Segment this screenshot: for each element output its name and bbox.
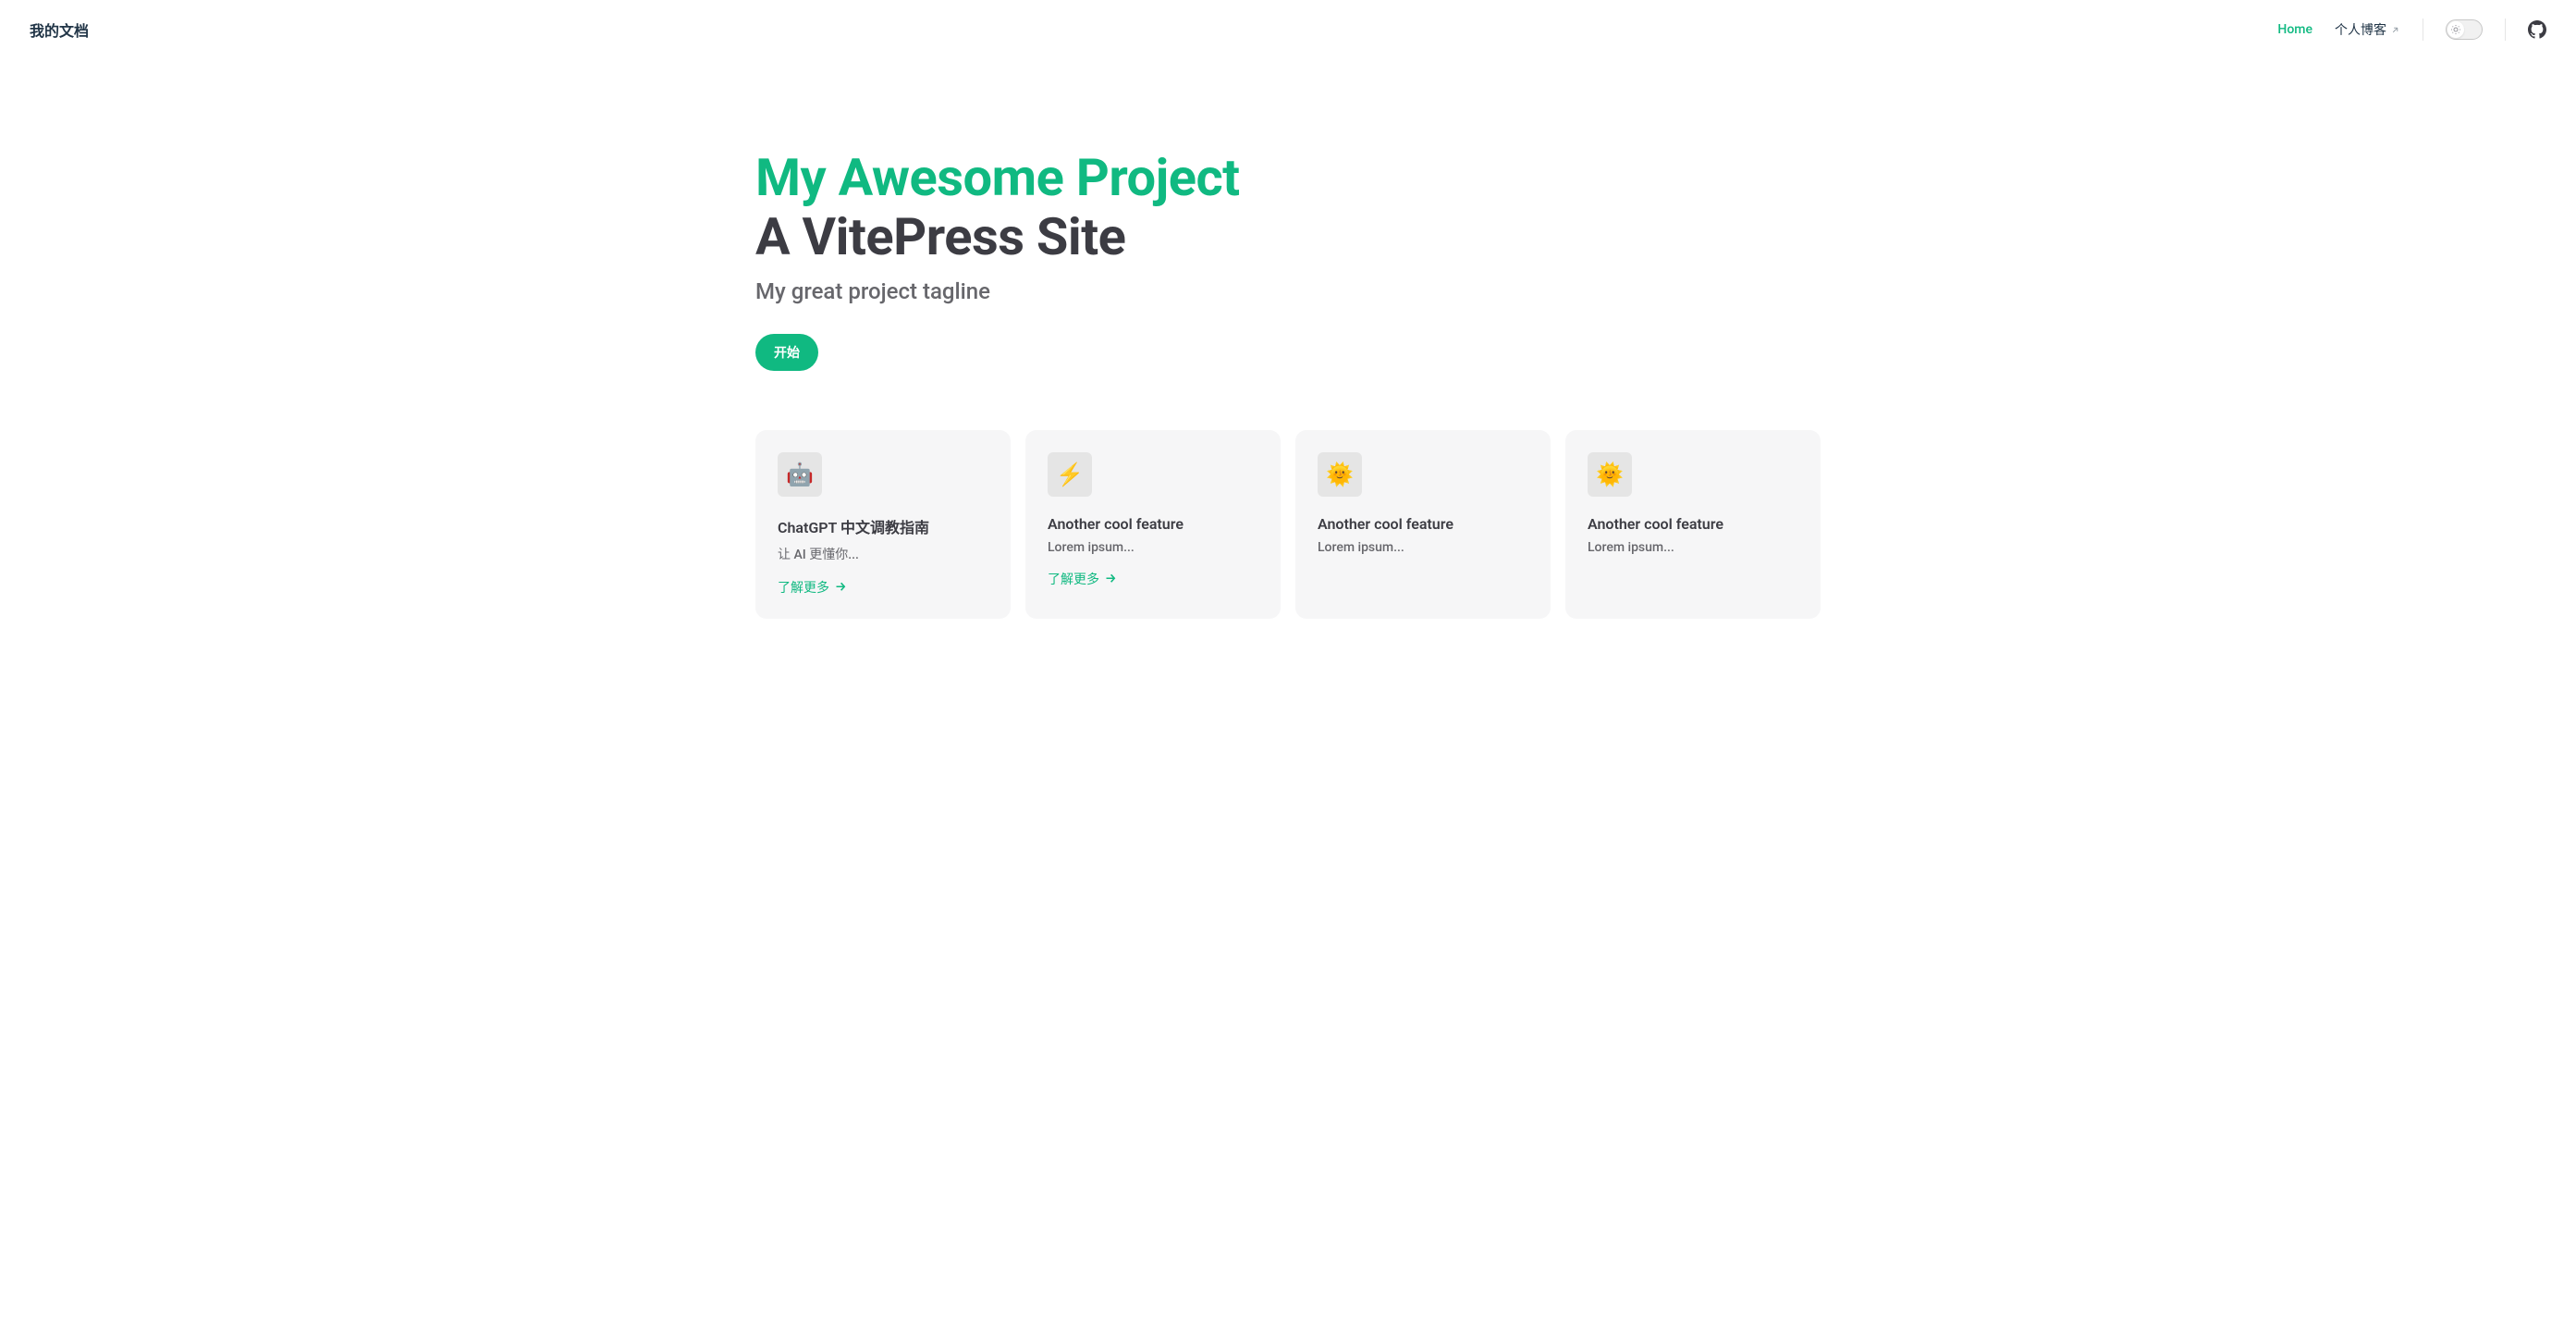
feature-details: Lorem ipsum...	[1318, 540, 1528, 555]
feature-icon-box: ⚡	[1048, 452, 1092, 497]
top-nav: 我的文档 Home 个人博客	[0, 0, 2576, 59]
feature-icon-box: 🌞	[1588, 452, 1632, 497]
nav-right: Home 个人博客	[2277, 18, 2546, 41]
features-grid: 🤖 ChatGPT 中文调教指南 让 AI 更懂你... 了解更多 → ⚡ An…	[755, 430, 1821, 663]
feature-card[interactable]: ⚡ Another cool feature Lorem ipsum... 了解…	[1025, 430, 1281, 619]
feature-card[interactable]: 🌞 Another cool feature Lorem ipsum...	[1565, 430, 1821, 619]
feature-title: Another cool feature	[1318, 515, 1528, 533]
sun-face-icon: 🌞	[1596, 462, 1624, 487]
nav-link-label: Home	[2277, 22, 2312, 37]
github-icon	[2528, 20, 2546, 39]
github-link[interactable]	[2528, 20, 2546, 39]
lightning-icon: ⚡	[1056, 462, 1084, 487]
site-title[interactable]: 我的文档	[30, 18, 89, 41]
feature-link[interactable]: 了解更多 →	[778, 578, 988, 597]
nav-divider	[2505, 18, 2506, 41]
feature-icon-box: 🤖	[778, 452, 822, 497]
theme-toggle[interactable]	[2446, 19, 2483, 40]
feature-icon-box: 🌞	[1318, 452, 1362, 497]
arrow-right-icon: →	[1105, 571, 1117, 586]
feature-link-text: 了解更多	[778, 578, 829, 597]
feature-title: Another cool feature	[1588, 515, 1798, 533]
nav-link-home[interactable]: Home	[2277, 22, 2312, 37]
arrow-right-icon: →	[835, 579, 847, 595]
external-link-icon	[2390, 25, 2400, 35]
hero-text: A VitePress Site	[755, 207, 1821, 266]
robot-icon: 🤖	[786, 462, 814, 487]
feature-title: ChatGPT 中文调教指南	[778, 515, 988, 537]
hero-tagline: My great project tagline	[755, 278, 1821, 304]
feature-card[interactable]: 🌞 Another cool feature Lorem ipsum...	[1295, 430, 1551, 619]
hero-name: My Awesome Project	[755, 148, 1821, 207]
hero-section: My Awesome Project A VitePress Site My g…	[755, 59, 1821, 430]
feature-details: Lorem ipsum...	[1588, 540, 1798, 555]
feature-card[interactable]: 🤖 ChatGPT 中文调教指南 让 AI 更懂你... 了解更多 →	[755, 430, 1011, 619]
start-button[interactable]: 开始	[755, 334, 818, 371]
feature-link-text: 了解更多	[1048, 570, 1099, 588]
nav-link-label: 个人博客	[2335, 20, 2386, 39]
nav-link-blog[interactable]: 个人博客	[2335, 20, 2400, 39]
hero-actions: 开始	[755, 334, 1821, 371]
main-container: My Awesome Project A VitePress Site My g…	[696, 59, 1880, 663]
sun-face-icon: 🌞	[1326, 462, 1354, 487]
sun-icon	[2450, 24, 2461, 35]
feature-details: Lorem ipsum...	[1048, 540, 1258, 555]
feature-title: Another cool feature	[1048, 515, 1258, 533]
theme-toggle-knob	[2447, 21, 2464, 38]
feature-details: 让 AI 更懂你...	[778, 545, 988, 563]
feature-link[interactable]: 了解更多 →	[1048, 570, 1258, 588]
